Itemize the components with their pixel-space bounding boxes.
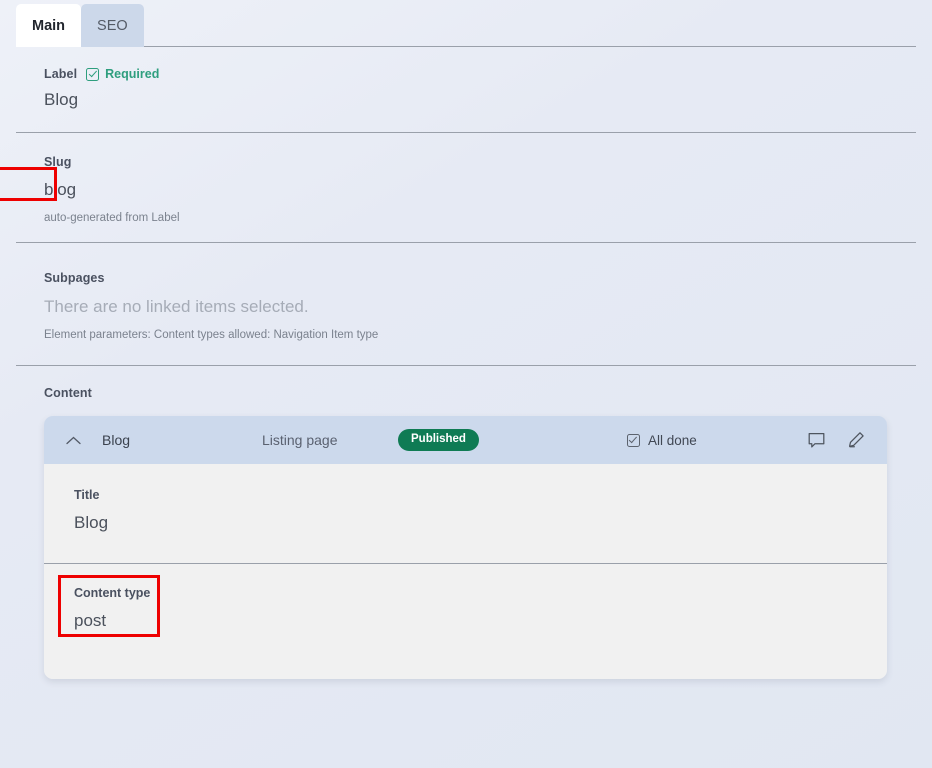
checkbox-checked-icon — [86, 67, 100, 81]
label-field-section: Label Required Blog — [0, 47, 932, 132]
chevron-up-icon[interactable] — [62, 436, 84, 445]
content-item-body: Title Blog Content type post — [44, 464, 887, 679]
content-item-header[interactable]: Blog Listing page Published All done — [44, 416, 887, 464]
pencil-icon[interactable] — [847, 431, 865, 449]
label-field-value[interactable]: Blog — [44, 90, 888, 110]
checkbox-checked-icon — [626, 433, 640, 447]
subpages-field-label: Subpages — [44, 271, 105, 285]
slug-field-label: Slug — [44, 155, 72, 169]
tab-bar: Main SEO — [0, 0, 932, 47]
subpages-field-hint: Element parameters: Content types allowe… — [44, 329, 379, 341]
required-indicator: Required — [86, 67, 159, 81]
content-item-actions — [808, 431, 865, 449]
required-label: Required — [105, 67, 160, 81]
content-section: Content Blog Listing page Published All … — [0, 366, 932, 679]
all-done-indicator[interactable]: All done — [626, 432, 697, 448]
tab-seo[interactable]: SEO — [81, 4, 144, 47]
label-field-label: Label — [44, 67, 78, 81]
comment-icon[interactable] — [808, 432, 825, 449]
subpages-field-section: Subpages There are no linked items selec… — [0, 243, 932, 365]
subpages-empty-message: There are no linked items selected. — [44, 297, 309, 316]
card-field-content-type-label: Content type — [74, 586, 151, 600]
card-field-title-label: Title — [74, 488, 100, 502]
slug-field-hint: auto-generated from Label — [44, 212, 180, 224]
content-item-card: Blog Listing page Published All done Tit… — [44, 416, 887, 679]
card-field-content-type: Content type post — [44, 564, 887, 679]
card-field-content-type-value[interactable]: post — [74, 611, 857, 631]
card-field-title-value[interactable]: Blog — [74, 513, 857, 533]
content-item-title: Blog — [102, 432, 131, 448]
content-section-label: Content — [44, 386, 92, 400]
tab-seo-label: SEO — [97, 17, 128, 34]
card-field-title: Title Blog — [44, 464, 887, 563]
slug-field-value[interactable]: blog — [44, 180, 888, 200]
status-badge: Published — [398, 428, 479, 452]
content-item-subtitle: Listing page — [262, 432, 338, 448]
tab-main[interactable]: Main — [16, 4, 82, 47]
slug-field-section: Slug blog auto-generated from Label — [0, 133, 932, 242]
all-done-label: All done — [647, 432, 697, 448]
label-field-header: Label Required — [44, 67, 888, 81]
tab-main-label: Main — [32, 17, 66, 34]
